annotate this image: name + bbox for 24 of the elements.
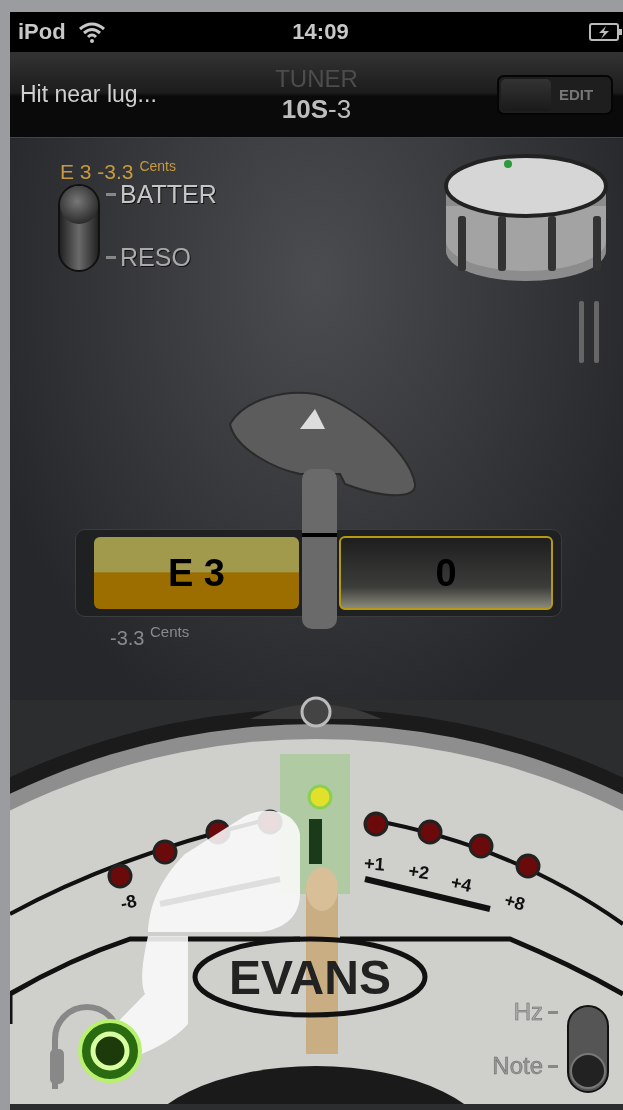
drum-name: 10S-3 <box>281 92 352 125</box>
tick-label: +2 <box>407 860 431 884</box>
carrier-name: iPod <box>18 19 66 45</box>
screw-icon <box>300 696 332 728</box>
tick-label: -8 <box>118 890 139 914</box>
switch-label: Hz <box>513 998 543 1025</box>
hint-text: Hit near lug... <box>20 81 158 108</box>
tick-label: +8 <box>502 889 528 915</box>
edit-toggle[interactable]: EDIT <box>497 74 613 115</box>
wifi-icon <box>77 21 106 43</box>
value-readout: 0 <box>339 536 553 610</box>
cents-readout: -3.3 $^{Cents}$ <box>110 623 191 650</box>
note-readout: E 3 <box>94 537 299 609</box>
tick-label: +4 <box>449 872 474 897</box>
switch-label: RESO <box>120 243 191 272</box>
brand-logo: EVANS <box>192 936 428 1018</box>
mode-switch[interactable] <box>567 1005 609 1093</box>
start-button[interactable] <box>78 1019 142 1083</box>
switch-label: Note <box>492 1052 543 1079</box>
center-mark <box>309 819 322 864</box>
status-time: 14:09 <box>292 19 349 45</box>
head-switch[interactable] <box>58 184 100 272</box>
battery-charging-icon <box>589 22 623 42</box>
tick-label: +1 <box>363 853 386 875</box>
